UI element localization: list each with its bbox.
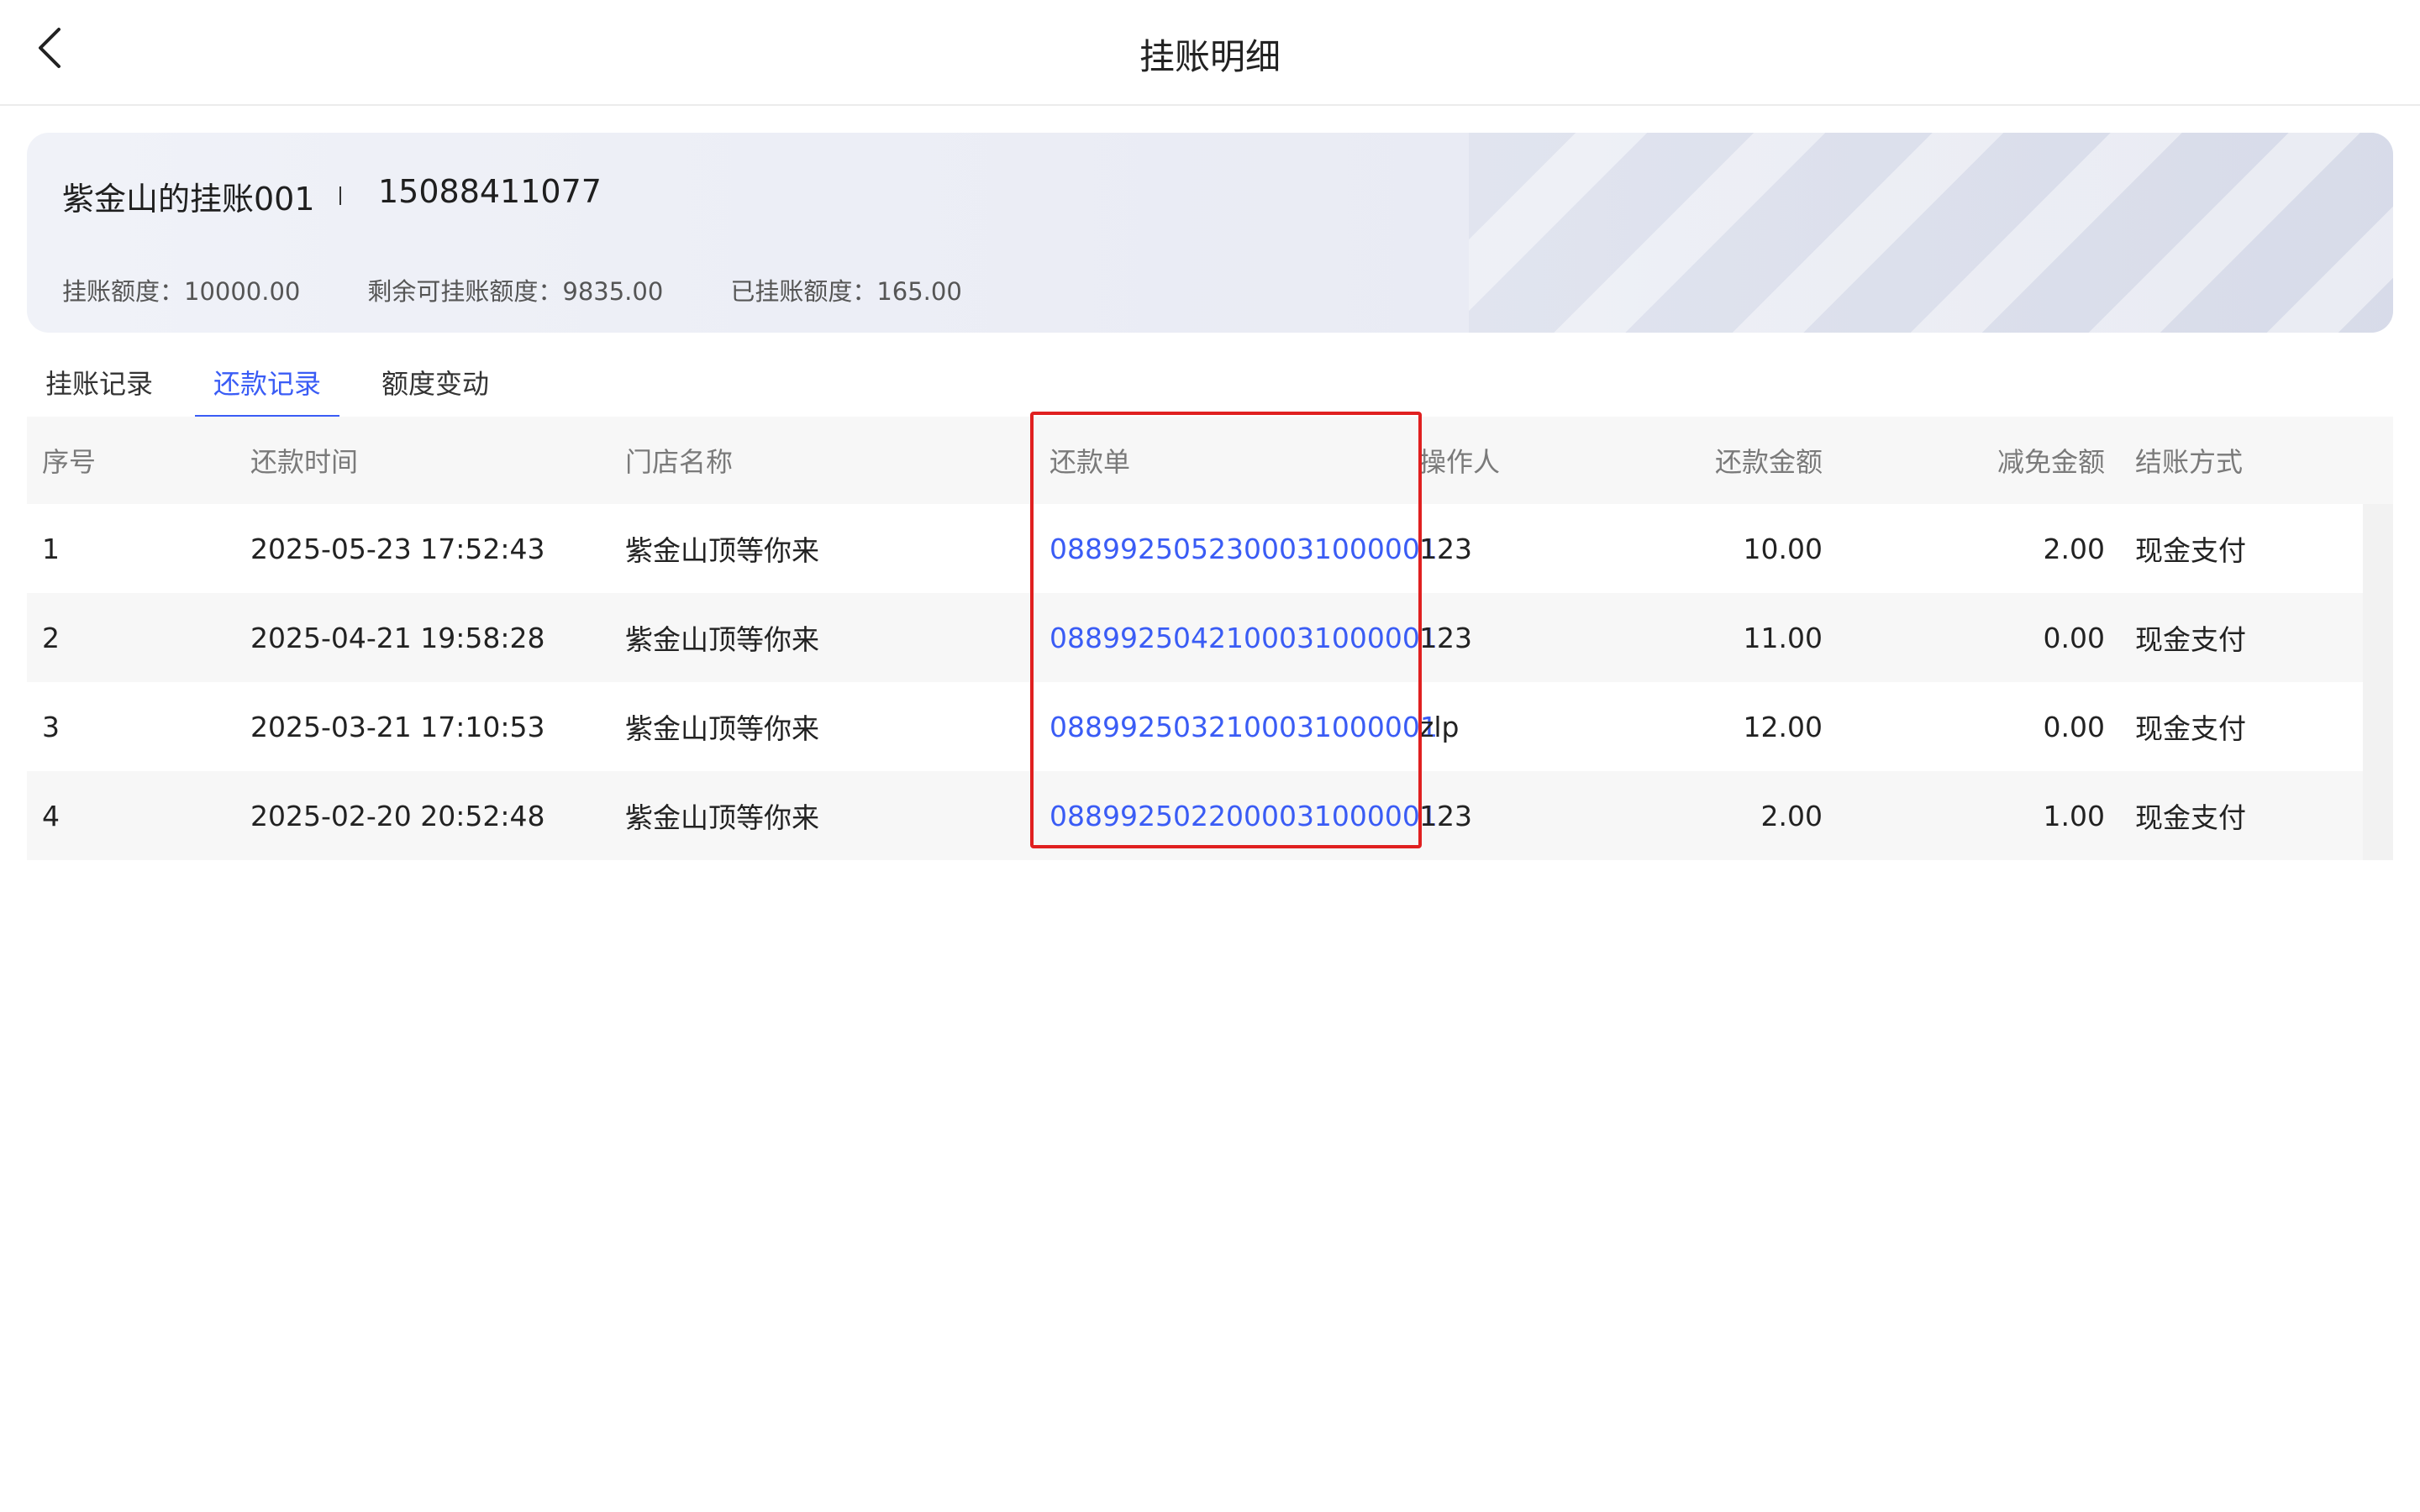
row-amount: 2.00 [1760,799,1823,832]
tab-bar: 挂账记录 还款记录 额度变动 [27,356,531,418]
used-limit: 已挂账额度：165.00 [730,277,962,306]
row-store: 紫金山顶等你来 [625,712,819,745]
row-time: 2025-04-21 19:58:28 [250,621,545,654]
tab-limit-changes[interactable]: 额度变动 [363,356,508,418]
row-amount: 10.00 [1743,532,1823,565]
row-payment: 现金支付 [2135,534,2246,567]
repayment-table: 序号 还款时间 门店名称 还款单 操作人 还款金额 减免金额 结账方式 1 20… [27,417,2393,860]
divider [339,186,341,205]
row-waived: 2.00 [2043,532,2105,565]
account-name: 紫金山的挂账001 [62,181,315,218]
table-row[interactable]: 1 2025-05-23 17:52:43 紫金山顶等你来 0889925052… [27,504,2393,593]
account-phone: 15088411077 [378,173,602,210]
column-header-amount: 还款金额 [1714,446,1823,478]
row-store: 紫金山顶等你来 [625,801,819,834]
row-waived: 0.00 [2043,621,2105,654]
row-amount: 11.00 [1743,621,1823,654]
column-header-waived: 减免金额 [1996,446,2105,478]
quota-row: 挂账额度：10000.00 剩余可挂账额度：9835.00 已挂账额度：165.… [62,272,1029,307]
column-header-no: 序号 [42,446,97,478]
account-card: 紫金山的挂账001 15088411077 挂账额度：10000.00 剩余可挂… [27,133,2393,333]
column-header-order: 还款单 [1050,446,1131,478]
top-bar: 挂账明细 [0,0,2420,106]
row-payment: 现金支付 [2135,801,2246,834]
row-operator: 123 [1419,621,1472,654]
tab-repayment-records[interactable]: 还款记录 [195,356,340,418]
table-row[interactable]: 2 2025-04-21 19:58:28 紫金山顶等你来 0889925042… [27,593,2393,682]
row-payment: 现金支付 [2135,623,2246,656]
credit-limit: 挂账额度：10000.00 [62,277,301,306]
row-operator: 123 [1419,799,1472,832]
row-time: 2025-02-20 20:52:48 [250,799,545,832]
table-row[interactable]: 3 2025-03-21 17:10:53 紫金山顶等你来 0889925032… [27,682,2393,771]
row-amount: 12.00 [1743,710,1823,743]
row-store: 紫金山顶等你来 [625,623,819,656]
row-no: 4 [42,799,60,832]
repayment-order-link[interactable]: 0889925042100031000001 [1050,622,1438,654]
row-time: 2025-05-23 17:52:43 [250,532,545,565]
table-row[interactable]: 4 2025-02-20 20:52:48 紫金山顶等你来 0889925022… [27,771,2393,860]
repayment-order-link[interactable]: 0889925022000031000001 [1050,800,1438,832]
row-operator: 123 [1419,532,1472,565]
row-operator: zlp [1419,710,1460,743]
column-header-time: 还款时间 [250,446,359,478]
row-no: 3 [42,710,60,743]
row-waived: 1.00 [2043,799,2105,832]
page-title: 挂账明细 [1139,36,1281,77]
column-header-operator: 操作人 [1419,446,1501,478]
row-no: 1 [42,532,60,565]
tab-credit-records[interactable]: 挂账记录 [27,356,171,418]
row-time: 2025-03-21 17:10:53 [250,710,545,743]
card-decoration [1469,133,2393,333]
repayment-order-link[interactable]: 0889925032100031000001 [1050,711,1438,743]
row-store: 紫金山顶等你来 [625,534,819,567]
column-header-payment: 结账方式 [2135,446,2244,478]
repayment-order-link[interactable]: 0889925052300031000001 [1050,533,1438,565]
row-no: 2 [42,621,60,654]
column-header-store: 门店名称 [625,446,734,478]
remaining-limit: 剩余可挂账额度：9835.00 [367,277,664,306]
table-header: 序号 还款时间 门店名称 还款单 操作人 还款金额 减免金额 结账方式 [27,417,2393,504]
row-waived: 0.00 [2043,710,2105,743]
row-payment: 现金支付 [2135,712,2246,745]
table-scrollbar[interactable] [2363,504,2393,860]
